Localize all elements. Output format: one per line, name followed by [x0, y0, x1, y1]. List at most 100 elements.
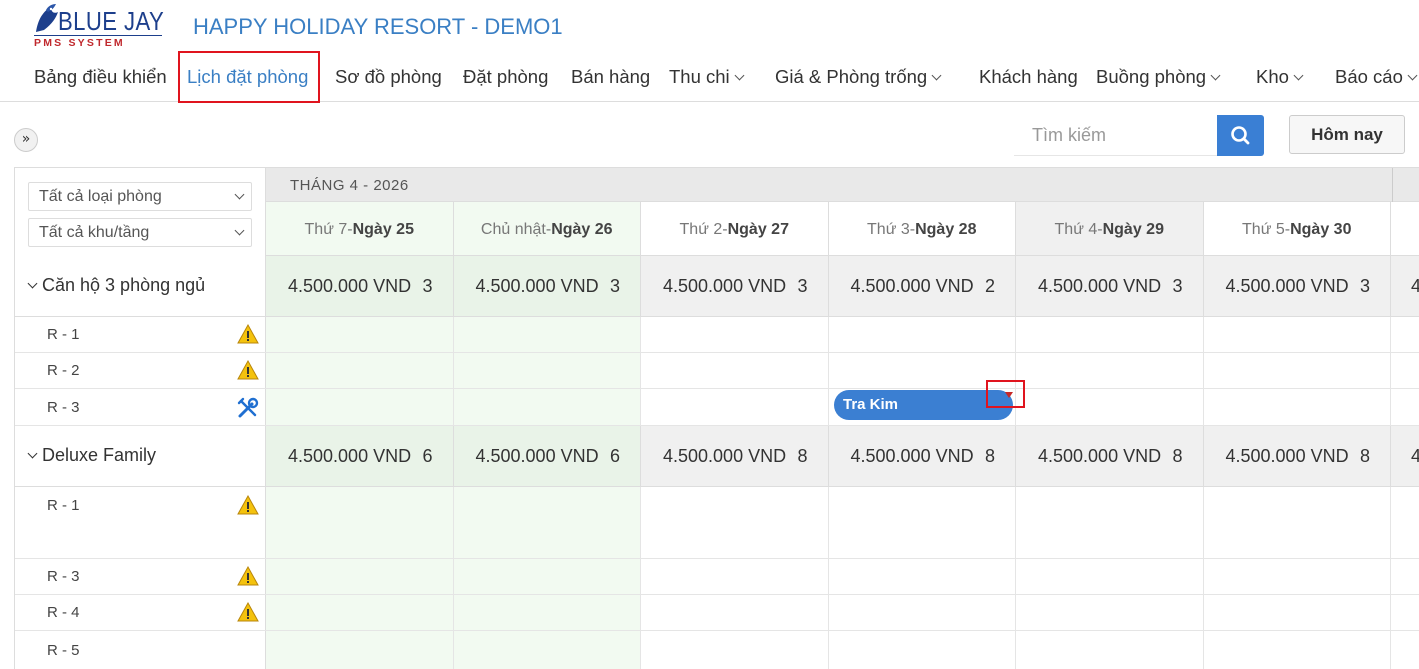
booking-cell[interactable]	[641, 317, 829, 352]
nav-housekeeping[interactable]: Buồng phòng	[1096, 66, 1221, 88]
search-input[interactable]	[1014, 115, 1218, 156]
booking-cell[interactable]	[1391, 389, 1419, 425]
price-cell[interactable]: 4	[1391, 256, 1419, 316]
price-cell[interactable]: 4.500.000 VND 3	[1203, 256, 1391, 316]
search-button[interactable]	[1217, 115, 1264, 156]
booking-cell[interactable]	[1391, 559, 1419, 594]
booking-cell[interactable]	[453, 559, 641, 594]
day-header[interactable]: Thứ 7-Ngày 25	[266, 202, 454, 256]
booking-cell[interactable]	[266, 487, 454, 558]
room-label-cell[interactable]: R - 3	[15, 389, 266, 425]
booking-cell[interactable]	[1204, 631, 1391, 669]
day-header[interactable]: Chủ nhật-Ngày 26	[453, 202, 641, 256]
booking-cell[interactable]	[1204, 353, 1391, 388]
booking-cell[interactable]	[1391, 353, 1419, 388]
booking-cell[interactable]	[453, 353, 641, 388]
booking-cell[interactable]	[1204, 389, 1391, 425]
nav-rates-availability[interactable]: Giá & Phòng trống	[775, 66, 942, 88]
warning-icon[interactable]	[237, 565, 259, 590]
area-filter[interactable]: Tất cả khu/tầng	[28, 218, 252, 247]
booking-cell[interactable]	[453, 631, 641, 669]
nav-inventory[interactable]: Kho	[1256, 66, 1304, 88]
booking-cell[interactable]	[1016, 595, 1204, 630]
booking-cell[interactable]	[1016, 631, 1204, 669]
day-header[interactable]: Thứ 3-Ngày 28	[828, 202, 1016, 256]
booking-cell[interactable]	[641, 559, 829, 594]
booking-cell[interactable]	[1391, 317, 1419, 352]
booking-cell[interactable]	[266, 559, 454, 594]
warning-icon[interactable]	[237, 494, 259, 519]
room-type-label-cell[interactable]: Căn hộ 3 phòng ngủ	[15, 256, 266, 316]
room-type-filter[interactable]: Tất cả loại phòng	[28, 182, 252, 211]
day-header[interactable]: Thứ 2-Ngày 27	[641, 202, 829, 256]
chevron-down-icon[interactable]	[27, 278, 38, 288]
booking-cell[interactable]	[1204, 559, 1391, 594]
booking-cell[interactable]	[266, 595, 454, 630]
price-cell[interactable]: 4.500.000 VND 6	[453, 426, 641, 486]
warning-icon[interactable]	[237, 323, 259, 348]
nav-reports[interactable]: Báo cáo	[1335, 66, 1418, 88]
nav-income-expense[interactable]: Thu chi	[669, 66, 745, 88]
booking-cell[interactable]	[1204, 487, 1391, 558]
price-cell[interactable]: 4.500.000 VND 3	[641, 256, 829, 316]
price-cell[interactable]: 4.500.000 VND 3	[1016, 256, 1204, 316]
booking-cell[interactable]	[829, 595, 1016, 630]
booking-cell[interactable]	[641, 487, 829, 558]
price-cell[interactable]: 4.500.000 VND 3	[453, 256, 641, 316]
day-header[interactable]	[1391, 202, 1419, 256]
booking-cell[interactable]	[266, 389, 454, 425]
price-cell[interactable]: 4.500.000 VND 8	[1016, 426, 1204, 486]
booking-cell[interactable]	[1204, 595, 1391, 630]
room-label-cell[interactable]: R - 1	[15, 317, 266, 352]
booking-cell[interactable]	[1391, 487, 1419, 558]
day-header[interactable]: Thứ 5-Ngày 30	[1203, 202, 1391, 256]
booking-cell[interactable]	[641, 389, 829, 425]
price-cell[interactable]: 4.500.000 VND 8	[828, 426, 1016, 486]
booking-cell[interactable]	[829, 317, 1016, 352]
price-cell[interactable]: 4.500.000 VND 2	[828, 256, 1016, 316]
nav-room-map[interactable]: Sơ đồ phòng	[335, 66, 442, 88]
room-label-cell[interactable]: R - 3	[15, 559, 266, 594]
warning-icon[interactable]	[237, 601, 259, 626]
booking-cell[interactable]	[453, 317, 641, 352]
day-header[interactable]: Thứ 4-Ngày 29	[1016, 202, 1204, 256]
booking-cell[interactable]	[266, 631, 454, 669]
price-cell[interactable]: 4.500.000 VND 8	[1203, 426, 1391, 486]
tools-icon[interactable]	[237, 397, 259, 423]
room-label-cell[interactable]: R - 4	[15, 595, 266, 630]
room-type-name[interactable]: Căn hộ 3 phòng ngủ	[27, 275, 205, 296]
room-label-cell[interactable]: R - 1	[15, 487, 266, 558]
booking-cell[interactable]	[829, 559, 1016, 594]
booking-cell[interactable]	[1204, 317, 1391, 352]
booking-cell[interactable]	[266, 317, 454, 352]
warning-icon[interactable]	[237, 359, 259, 384]
booking-cell[interactable]	[641, 595, 829, 630]
today-button[interactable]: Hôm nay	[1289, 115, 1405, 154]
price-cell[interactable]: 4.500.000 VND 6	[266, 426, 454, 486]
booking-cell[interactable]	[1016, 487, 1204, 558]
price-cell[interactable]: 4.500.000 VND 8	[641, 426, 829, 486]
booking-cell[interactable]	[453, 595, 641, 630]
nav-reservation[interactable]: Đặt phòng	[463, 66, 548, 88]
booking-cell[interactable]	[1391, 595, 1419, 630]
blue-jay-logo[interactable]: BLUE JAY PMS SYSTEM	[32, 2, 164, 50]
booking-cell[interactable]	[1016, 389, 1204, 425]
booking-cell[interactable]	[829, 631, 1016, 669]
booking-cell[interactable]	[641, 353, 829, 388]
booking-cell[interactable]	[1016, 317, 1204, 352]
price-cell[interactable]: 4.500.000 VND 3	[266, 256, 454, 316]
booking-cell[interactable]	[1016, 353, 1204, 388]
price-cell[interactable]: 4	[1391, 426, 1419, 486]
nav-sales[interactable]: Bán hàng	[571, 66, 650, 88]
booking-cell[interactable]	[266, 353, 454, 388]
booking-cell[interactable]	[453, 487, 641, 558]
booking-cell[interactable]	[1391, 631, 1419, 669]
nav-dashboard[interactable]: Bảng điều khiển	[34, 66, 167, 88]
room-label-cell[interactable]: R - 2	[15, 353, 266, 388]
chevron-down-icon[interactable]	[27, 448, 38, 458]
room-type-name[interactable]: Deluxe Family	[27, 445, 156, 466]
booking-cell[interactable]	[829, 487, 1016, 558]
expand-sidebar-button[interactable]: »	[14, 128, 38, 152]
nav-customers[interactable]: Khách hàng	[979, 66, 1078, 88]
room-type-label-cell[interactable]: Deluxe Family	[15, 426, 266, 486]
